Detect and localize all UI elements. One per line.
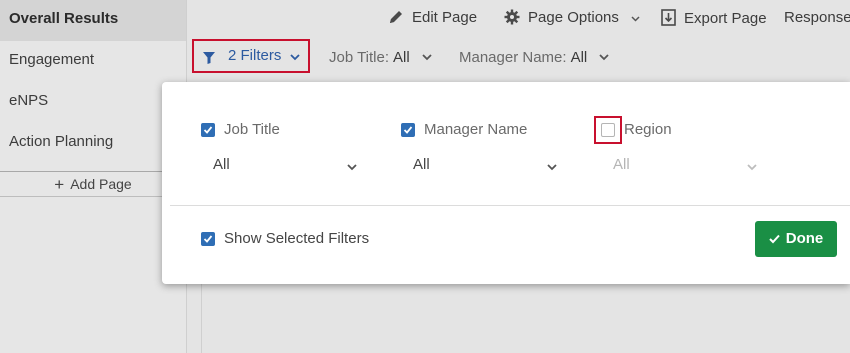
checkmark-icon [403, 126, 413, 134]
add-page-label: Add Page [70, 176, 132, 192]
filters-toggle-button[interactable]: 2 Filters [192, 39, 310, 73]
show-selected-filters-label: Show Selected Filters [224, 230, 370, 247]
manager-name-checkbox[interactable] [401, 123, 415, 137]
done-button[interactable]: Done [755, 221, 837, 257]
region-select: All [613, 156, 763, 180]
filters-count-label: 2 Filters [228, 47, 282, 64]
filter-value: All [393, 49, 410, 66]
gear-icon [504, 9, 520, 25]
manager-name-label: Manager Name [424, 121, 528, 138]
sidebar-item-engagement[interactable]: Engagement [0, 41, 186, 82]
chevron-down-icon [547, 164, 557, 171]
edit-page-label: Edit Page [412, 9, 478, 26]
plus-icon: + [54, 175, 65, 194]
checkmark-icon [769, 234, 780, 244]
export-page-button[interactable]: Export Page [661, 9, 767, 27]
export-page-label: Export Page [684, 10, 767, 27]
export-icon [661, 9, 676, 26]
chevron-down-icon [422, 54, 432, 61]
done-label: Done [785, 230, 824, 247]
sidebar-item-action-planning[interactable]: Action Planning [0, 123, 186, 164]
job-title-filter-dropdown[interactable]: Job Title: All [329, 49, 432, 66]
manager-name-select[interactable]: All [413, 156, 563, 180]
filter-bar: 2 Filters Job Title: All Manager Name: All [186, 38, 850, 82]
sidebar-item-enps[interactable]: eNPS [0, 82, 186, 123]
job-title-label: Job Title [224, 121, 280, 138]
job-title-checkbox[interactable] [201, 123, 215, 137]
page-options-menu[interactable]: Page Options [504, 9, 640, 26]
add-page-button[interactable]: + Add Page [0, 171, 186, 197]
job-title-select[interactable]: All [213, 156, 363, 180]
filter-value: All [570, 49, 588, 66]
responses-button[interactable]: Responses [784, 9, 850, 26]
edit-page-button[interactable]: Edit Page [388, 9, 477, 26]
divider [170, 205, 850, 206]
chevron-down-icon [631, 16, 640, 22]
checkmark-icon [203, 126, 213, 134]
sidebar: Overall Results Engagement eNPS Action P… [0, 0, 187, 353]
filter-label: Job Title: [329, 49, 390, 66]
select-value: All [613, 156, 630, 173]
region-label: Region [624, 121, 672, 138]
sidebar-item-overall-results[interactable]: Overall Results [0, 0, 186, 41]
toolbar: Edit Page Page Options Export Page Respo… [186, 0, 850, 38]
checkmark-icon [203, 235, 213, 243]
region-checkbox[interactable] [601, 123, 615, 137]
manager-name-filter-dropdown[interactable]: Manager Name: All [459, 49, 610, 66]
chevron-down-icon [290, 54, 300, 61]
select-value: All [213, 156, 230, 173]
page-options-label: Page Options [528, 9, 619, 26]
pencil-icon [390, 11, 402, 23]
chevron-down-icon [347, 164, 357, 171]
responses-label: Responses [784, 9, 850, 26]
filter-label: Manager Name: [459, 49, 567, 66]
select-value: All [413, 156, 430, 173]
show-selected-filters-checkbox[interactable] [201, 232, 215, 246]
filters-popup: Job Title All Manager Name All Region Al… [162, 82, 850, 284]
chevron-down-icon [747, 164, 757, 171]
chevron-down-icon [599, 54, 610, 61]
